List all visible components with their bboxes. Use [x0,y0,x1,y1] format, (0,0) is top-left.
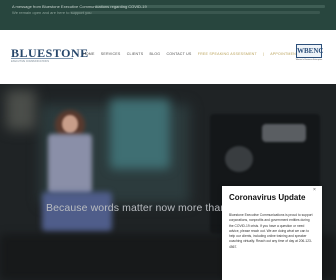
popup-body: Bluestone Executive Communications is pr… [229,213,313,249]
announcement-bar: A message from Bluestone Executive Commu… [0,0,336,30]
nav-services[interactable]: SERVICES [101,52,121,56]
hero-teal-panel [110,99,170,169]
nav-clients[interactable]: CLIENTS [127,52,144,56]
wbenc-badge[interactable]: WBENC [296,44,324,58]
nav-divider: | [263,52,265,56]
nav-home[interactable]: HOME [83,52,95,56]
wbenc-badge-caption: Women's Business Enterprise [295,59,323,61]
logo-divider [11,58,73,59]
hero-lamp-glow [6,90,36,130]
hero-speaker-face [62,115,78,133]
announcement-subtext: We remain open and are here to support y… [12,10,92,15]
logo-tagline: EXECUTIVE COMMUNICATIONS [11,60,50,63]
hero-camera-screen [262,124,306,142]
nav-free-speaking-assessment[interactable]: FREE SPEAKING ASSESSMENT [198,52,257,56]
hero-speaker-body [48,134,92,194]
main-nav: HOME SERVICES CLIENTS BLOG CONTACT US FR… [83,52,306,56]
announcement-bar-text-line [70,11,320,14]
nav-contact-us[interactable]: CONTACT US [167,52,192,56]
hero-camera-lens [225,146,253,172]
nav-blog[interactable]: BLOG [150,52,161,56]
wbenc-badge-text: WBENC [297,47,324,55]
popup-title: Coronavirus Update [229,193,306,202]
